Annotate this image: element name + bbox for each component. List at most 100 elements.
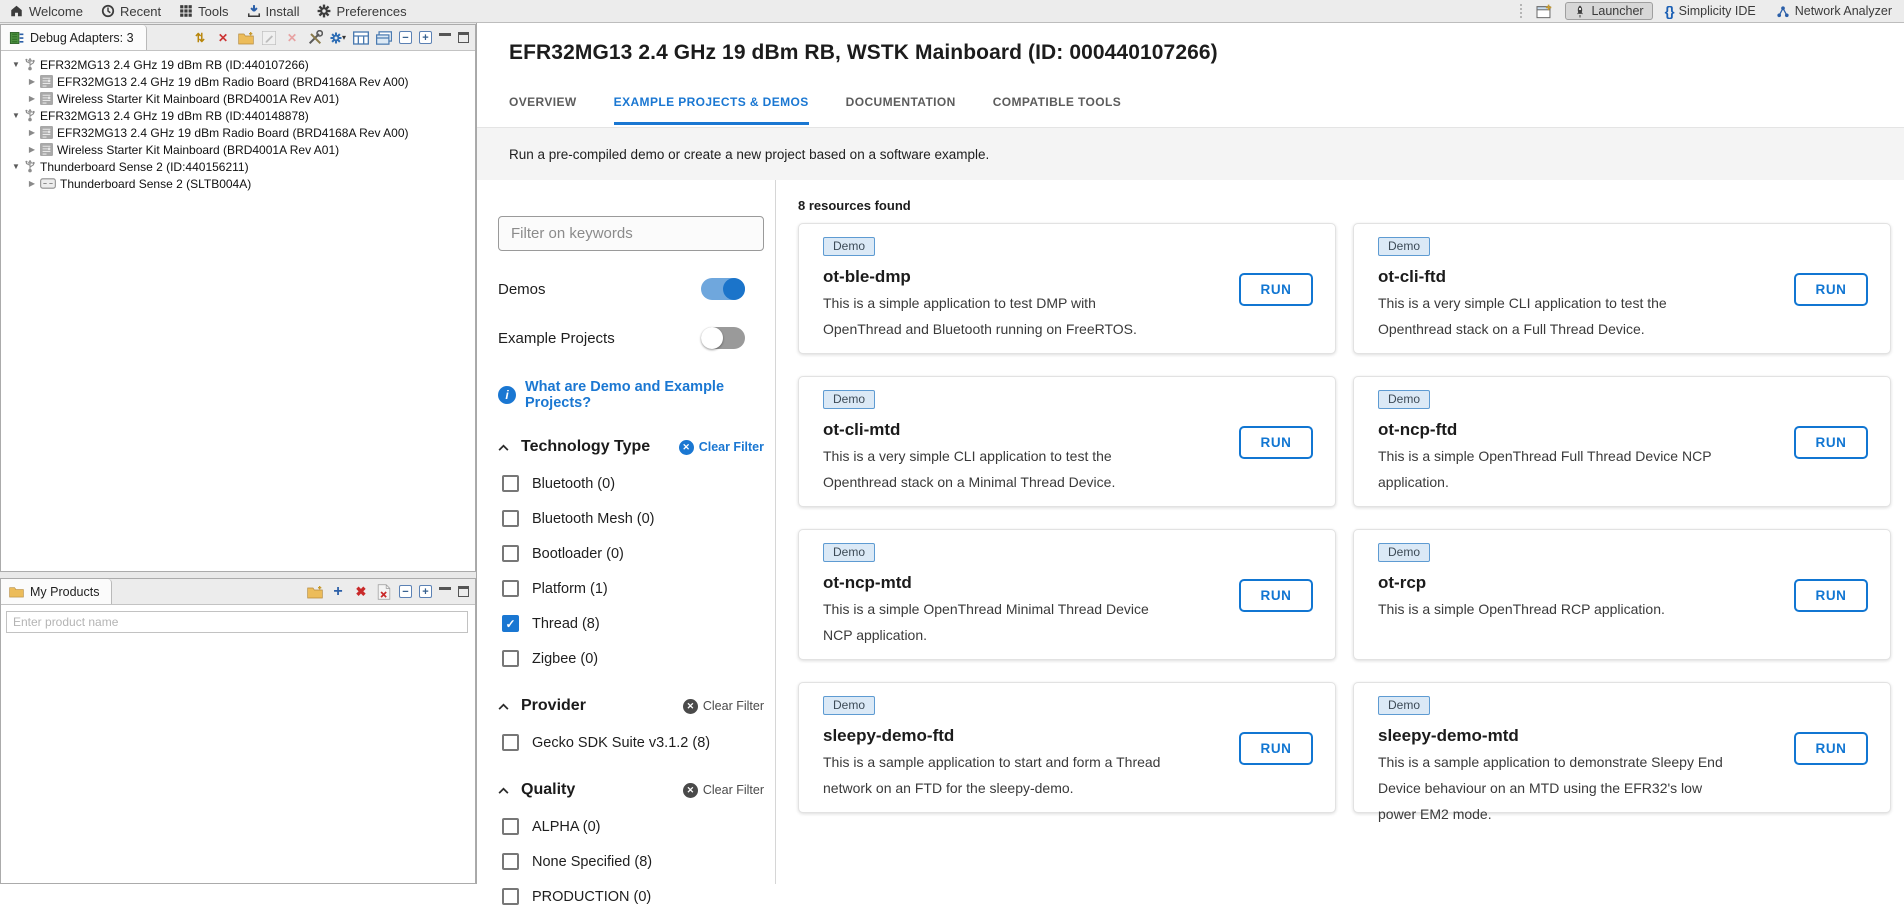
open-perspective-button[interactable] — [1528, 3, 1561, 20]
recent-button[interactable]: Recent — [92, 0, 170, 22]
collapse-twisty-icon[interactable]: ▼ — [9, 60, 23, 69]
checkbox-bluetooth[interactable] — [502, 475, 519, 492]
tree-item-board[interactable]: ▶ EFR32MG13 2.4 GHz 19 dBm Radio Board (… — [3, 124, 475, 141]
tab-compatible-tools[interactable]: COMPATIBLE TOOLS — [993, 95, 1121, 125]
my-products-tab[interactable]: My Products — [1, 579, 112, 604]
example-projects-toggle[interactable] — [701, 327, 745, 349]
debug-adapters-header: Debug Adapters: 3 ⇅ ✕ ✕ ▾ − + — [1, 25, 475, 51]
device-tools-icon[interactable] — [307, 30, 323, 46]
tree-item-board[interactable]: ▶ Wireless Starter Kit Mainboard (BRD400… — [3, 141, 475, 158]
delete-adapter-icon[interactable]: ✕ — [284, 30, 300, 46]
expand-twisty-icon[interactable]: ▶ — [25, 94, 39, 103]
section-quality: Quality ✕ Clear Filter — [498, 781, 764, 799]
tab-overview[interactable]: OVERVIEW — [509, 95, 577, 125]
preferences-label: Preferences — [336, 4, 406, 19]
collapse-all-icon[interactable]: − — [399, 31, 412, 44]
table-view-icon[interactable] — [353, 30, 369, 46]
clear-filter-provider[interactable]: ✕ Clear Filter — [683, 699, 764, 714]
add-product-icon[interactable]: + — [330, 584, 346, 600]
remove-product-icon[interactable]: ✖ — [353, 584, 369, 600]
run-button[interactable]: RUN — [1794, 426, 1868, 459]
demos-toggle[interactable] — [701, 278, 745, 300]
settings-menu-icon[interactable]: ▾ — [330, 30, 346, 46]
run-button[interactable]: RUN — [1239, 273, 1313, 306]
expand-all-icon[interactable]: + — [419, 585, 432, 598]
checkbox-bootloader[interactable] — [502, 545, 519, 562]
tree-item-adapter-2[interactable]: ▼ EFR32MG13 2.4 GHz 19 dBm RB (ID:440148… — [3, 107, 475, 124]
home-icon — [9, 4, 24, 18]
chevron-up-icon[interactable] — [498, 787, 509, 794]
checkbox-gecko-sdk[interactable] — [502, 734, 519, 751]
install-button[interactable]: Install — [238, 0, 309, 22]
collapse-twisty-icon[interactable]: ▼ — [9, 111, 23, 120]
debug-adapters-tab[interactable]: Debug Adapters: 3 — [1, 25, 147, 50]
radio-board-icon — [40, 126, 53, 139]
perspective-network-analyzer-label: Network Analyzer — [1795, 4, 1892, 18]
clear-filter-technology[interactable]: ✕ Clear Filter — [679, 440, 764, 455]
expand-all-icon[interactable]: + — [419, 31, 432, 44]
expand-twisty-icon[interactable]: ▶ — [25, 77, 39, 86]
run-button[interactable]: RUN — [1239, 579, 1313, 612]
filter-option-platform: Platform (1) — [502, 577, 764, 600]
welcome-button[interactable]: Welcome — [0, 0, 92, 22]
run-button[interactable]: RUN — [1794, 579, 1868, 612]
checkbox-production[interactable] — [502, 888, 519, 905]
run-button[interactable]: RUN — [1239, 426, 1313, 459]
demo-badge: Demo — [823, 237, 875, 256]
tree-item-board[interactable]: ▶ Wireless Starter Kit Mainboard (BRD400… — [3, 90, 475, 107]
tree-item-label: Wireless Starter Kit Mainboard (BRD4001A… — [57, 92, 339, 106]
collapse-all-icon[interactable]: − — [399, 585, 412, 598]
tree-item-label: Wireless Starter Kit Mainboard (BRD4001A… — [57, 143, 339, 157]
product-search-input[interactable] — [6, 611, 468, 633]
chevron-up-icon[interactable] — [498, 703, 509, 710]
maximize-panel-icon[interactable] — [458, 32, 469, 43]
checkbox-alpha[interactable] — [502, 818, 519, 835]
checkbox-platform[interactable] — [502, 580, 519, 597]
checkbox-bluetooth-mesh[interactable] — [502, 510, 519, 527]
tree-item-adapter-3[interactable]: ▼ Thunderboard Sense 2 (ID:440156211) — [3, 158, 475, 175]
keyword-filter-input[interactable] — [498, 216, 764, 251]
tree-item-board[interactable]: ▶ EFR32MG13 2.4 GHz 19 dBm Radio Board (… — [3, 73, 475, 90]
filter-option-zigbee: Zigbee (0) — [502, 647, 764, 670]
minimize-panel-icon[interactable] — [439, 587, 451, 590]
run-button[interactable]: RUN — [1239, 732, 1313, 765]
filter-option-bluetooth: Bluetooth (0) — [502, 472, 764, 495]
disconnect-adapter-icon[interactable]: ✕ — [215, 30, 231, 46]
minimize-panel-icon[interactable] — [439, 33, 451, 36]
my-products-panel: My Products + ✖ − + — [0, 578, 476, 884]
expand-twisty-icon[interactable]: ▶ — [25, 145, 39, 154]
expand-twisty-icon[interactable]: ▶ — [25, 128, 39, 137]
cascade-view-icon[interactable] — [376, 30, 392, 46]
maximize-panel-icon[interactable] — [458, 586, 469, 597]
expand-twisty-icon[interactable]: ▶ — [25, 179, 39, 188]
new-group-folder-icon[interactable] — [238, 30, 254, 46]
filter-option-bluetooth-mesh: Bluetooth Mesh (0) — [502, 507, 764, 530]
perspective-simplicity-ide[interactable]: { } Simplicity IDE — [1657, 2, 1764, 20]
filter-option-production: PRODUCTION (0) — [502, 885, 764, 908]
connect-adapter-icon[interactable]: ⇅ — [192, 30, 208, 46]
rename-icon[interactable] — [261, 30, 277, 46]
collapse-twisty-icon[interactable]: ▼ — [9, 162, 23, 171]
option-label: ALPHA (0) — [532, 819, 601, 835]
open-perspective-icon — [1536, 4, 1553, 19]
tab-example-projects-demos[interactable]: EXAMPLE PROJECTS & DEMOS — [614, 95, 809, 125]
checkbox-none-specified[interactable] — [502, 853, 519, 870]
tree-item-adapter-1[interactable]: ▼ EFR32MG13 2.4 GHz 19 dBm RB (ID:440107… — [3, 56, 475, 73]
perspective-launcher[interactable]: Launcher — [1565, 2, 1652, 20]
preferences-button[interactable]: Preferences — [308, 0, 415, 22]
usb-adapter-icon — [24, 58, 36, 71]
tree-item-thunderboard[interactable]: ▶ Thunderboard Sense 2 (SLTB004A) — [3, 175, 475, 192]
tools-button[interactable]: Tools — [170, 0, 237, 22]
remove-all-products-icon[interactable] — [376, 584, 392, 600]
clear-filter-quality[interactable]: ✕ Clear Filter — [683, 783, 764, 798]
perspective-network-analyzer[interactable]: Network Analyzer — [1768, 3, 1900, 19]
checkbox-thread[interactable]: ✓ — [502, 615, 519, 632]
what-are-demos-link[interactable]: What are Demo and Example Projects? — [525, 379, 764, 411]
new-folder-icon[interactable] — [307, 584, 323, 600]
run-button[interactable]: RUN — [1794, 273, 1868, 306]
chevron-up-icon[interactable] — [498, 444, 509, 451]
tab-documentation[interactable]: DOCUMENTATION — [846, 95, 956, 125]
run-button[interactable]: RUN — [1794, 732, 1868, 765]
checkbox-zigbee[interactable] — [502, 650, 519, 667]
tree-item-label: EFR32MG13 2.4 GHz 19 dBm RB (ID:44010726… — [40, 58, 309, 72]
